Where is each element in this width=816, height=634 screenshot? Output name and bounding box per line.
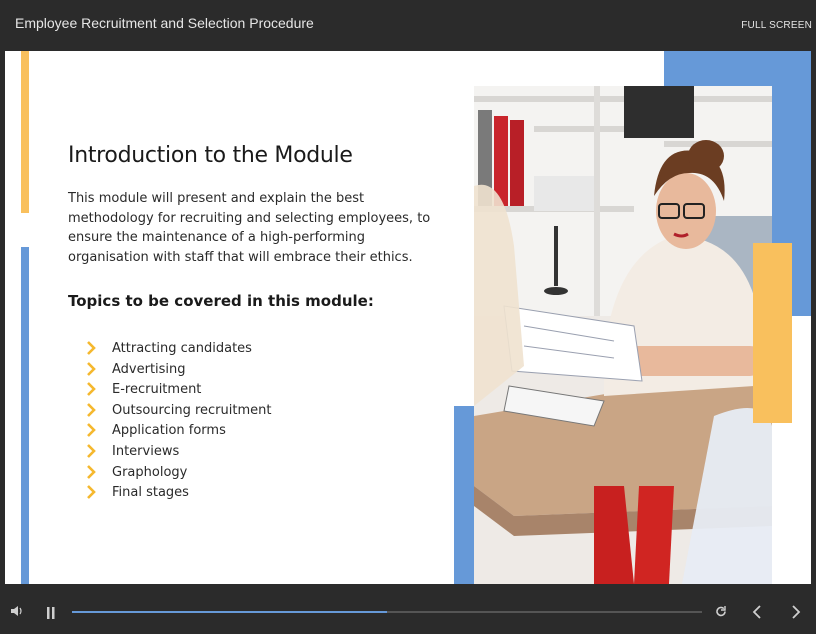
list-item: Graphology (85, 463, 271, 484)
player-controls (0, 584, 816, 634)
progress-fill (72, 611, 387, 613)
chevron-right-icon (87, 464, 96, 479)
accent-bar-blue (21, 247, 29, 584)
chevron-right-icon (87, 341, 96, 355)
next-button[interactable] (791, 605, 801, 624)
top-bar: Employee Recruitment and Selection Proce… (0, 0, 816, 51)
replay-icon[interactable] (715, 605, 727, 623)
slide-intro-text: This module will present and explain the… (68, 191, 431, 265)
progress-track[interactable] (72, 611, 702, 613)
chevron-right-icon (87, 382, 96, 397)
list-item: Attracting candidates (85, 339, 271, 360)
volume-icon[interactable] (10, 604, 24, 622)
list-item: E-recruitment (85, 380, 271, 401)
accent-bar-yellow (21, 51, 29, 213)
slide: Introduction to the Module This module w… (5, 51, 811, 584)
topics-list: Attracting candidates Advertising E-recr… (85, 339, 271, 504)
list-item: Interviews (85, 442, 271, 463)
previous-button[interactable] (752, 605, 762, 624)
chevron-right-icon (87, 423, 96, 438)
list-item: Outsourcing recruitment (85, 401, 271, 422)
course-title: Employee Recruitment and Selection Proce… (15, 15, 314, 31)
chevron-right-icon (87, 361, 96, 376)
interview-photo (474, 86, 772, 584)
topic-label: Advertising (112, 361, 186, 377)
chevron-right-icon (792, 605, 801, 619)
topics-heading: Topics to be covered in this module: (68, 292, 374, 310)
fullscreen-button[interactable]: FULL SCREEN (741, 20, 812, 31)
chevron-right-icon (87, 485, 96, 500)
topic-label: Attracting candidates (112, 341, 252, 356)
list-item: Advertising (85, 360, 271, 381)
topic-label: Outsourcing recruitment (112, 402, 272, 418)
topic-label: E-recruitment (112, 382, 202, 398)
chevron-left-icon (752, 605, 761, 619)
chevron-right-icon (87, 402, 96, 417)
list-item: Final stages (85, 483, 271, 504)
slide-heading: Introduction to the Module (68, 143, 353, 168)
chevron-right-icon (87, 444, 96, 458)
pause-icon[interactable] (46, 606, 56, 624)
topic-label: Application forms (112, 423, 226, 439)
topic-label: Graphology (112, 464, 188, 480)
topic-label: Interviews (112, 443, 180, 459)
topic-label: Final stages (112, 485, 189, 501)
list-item: Application forms (85, 421, 271, 442)
decor-block-yellow (753, 243, 792, 423)
